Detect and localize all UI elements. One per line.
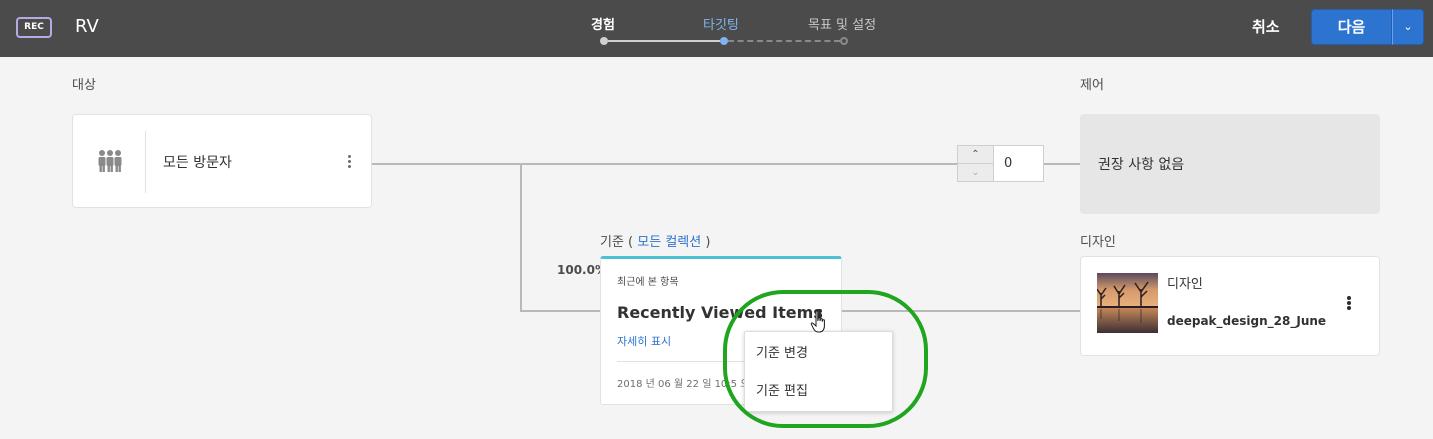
step-dot-targeting: [720, 37, 728, 45]
step-experience[interactable]: 경험: [591, 14, 615, 33]
next-dropdown-button[interactable]: ⌄: [1392, 9, 1424, 45]
cancel-button[interactable]: 취소: [1252, 16, 1280, 37]
menu-item-edit-criteria[interactable]: 기준 편집: [745, 374, 892, 410]
criteria-context-menu: 기준 변경 기준 편집: [744, 331, 893, 412]
criteria-date-text: 2018 년 06 월 22 일 10:5: [617, 379, 738, 390]
connector-branch-vertical: [520, 163, 522, 312]
step-pending-line: [728, 40, 840, 42]
criteria-header-prefix: 기준 (: [600, 235, 634, 250]
show-details-link[interactable]: 자세히 표시: [617, 333, 671, 349]
activity-title: RV: [75, 16, 99, 37]
collection-link[interactable]: 모든 컬렉션: [637, 235, 701, 250]
next-button[interactable]: 다음: [1311, 9, 1392, 45]
step-targeting[interactable]: 타깃팅: [703, 14, 739, 33]
stepper-buttons: ⌃ ⌄: [957, 145, 994, 182]
connector-control-end: [1044, 163, 1080, 165]
step-dot-goals-settings: [840, 37, 848, 45]
connector-design-line: [842, 310, 1080, 312]
hand-cursor-icon: [810, 310, 825, 333]
top-bar: REC RV 경험 타깃팅 목표 및 설정 취소 다음 ⌄: [0, 0, 1433, 57]
criteria-header: 기준 ( 모든 컬렉션 ): [600, 231, 710, 250]
criteria-subtitle: 최근에 본 항목: [617, 277, 679, 288]
design-thumbnail: [1097, 273, 1158, 333]
audience-more-icon[interactable]: [343, 153, 355, 171]
people-icon: [98, 150, 122, 172]
connector-control-line: [372, 163, 958, 165]
design-name: deepak_design_28_June: [1167, 314, 1327, 328]
traffic-value-input[interactable]: [993, 145, 1044, 182]
step-goals-settings[interactable]: 목표 및 설정: [808, 14, 876, 33]
card-divider: [145, 131, 146, 193]
chevron-down-icon: ⌄: [1403, 20, 1413, 33]
connector-criteria-line: [520, 310, 600, 312]
design-card[interactable]: 디자인 deepak_design_28_June: [1080, 256, 1380, 356]
rec-badge: REC: [16, 17, 52, 38]
chevron-up-icon[interactable]: ⌃: [958, 146, 993, 164]
criteria-title: Recently Viewed Items: [617, 303, 823, 322]
control-card[interactable]: 권장 사항 없음: [1080, 114, 1380, 214]
design-more-icon[interactable]: [1343, 295, 1355, 313]
menu-item-change-criteria[interactable]: 기준 변경: [745, 336, 892, 372]
audience-label: 모든 방문자: [163, 155, 232, 171]
design-section-label: 디자인: [1080, 235, 1116, 250]
step-progress-line: [608, 40, 720, 42]
criteria-date: 2018 년 06 월 22 일 10:5 오: [617, 375, 749, 390]
chevron-down-icon[interactable]: ⌄: [958, 164, 993, 181]
control-card-text: 권장 사항 없음: [1098, 157, 1185, 173]
audience-card[interactable]: 모든 방문자: [72, 114, 372, 208]
design-card-title: 디자인: [1167, 277, 1203, 292]
audience-section-label: 대상: [72, 78, 96, 93]
step-dot-experience: [600, 37, 608, 45]
control-section-label: 제어: [1080, 78, 1104, 93]
criteria-header-suffix: ): [705, 235, 711, 250]
control-traffic-stepper[interactable]: ⌃ ⌄: [957, 145, 1044, 182]
